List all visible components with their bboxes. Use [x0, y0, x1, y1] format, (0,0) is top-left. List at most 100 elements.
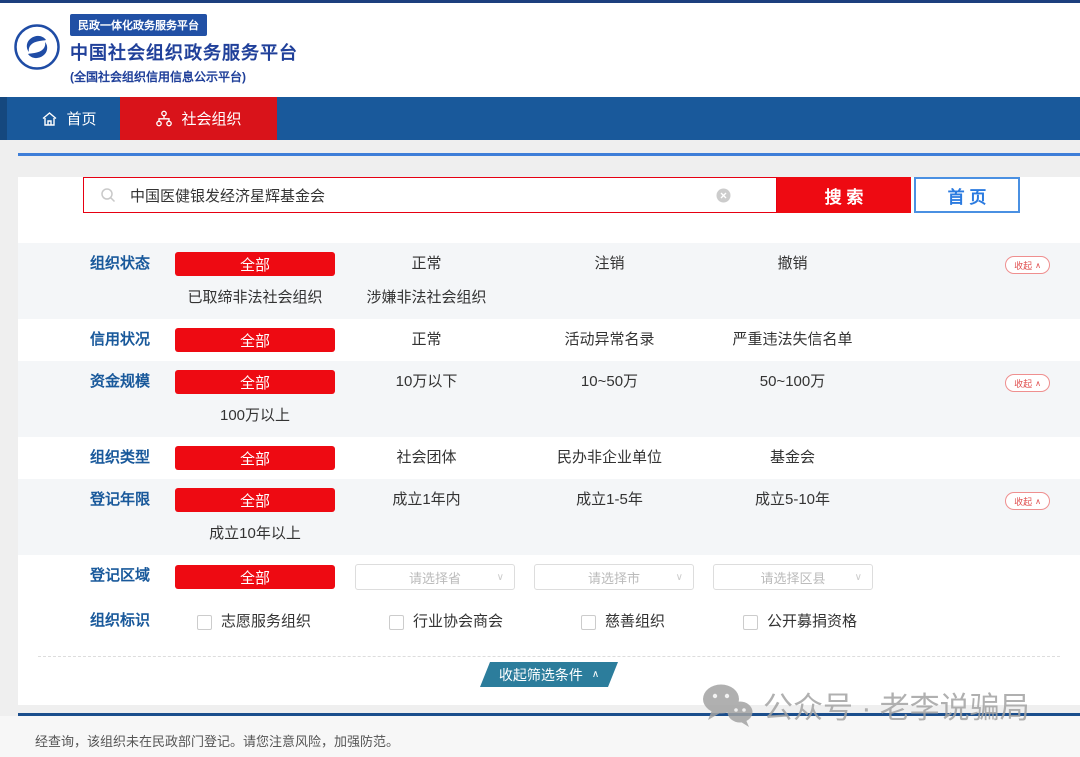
checkbox-icon[interactable] [197, 615, 212, 630]
filter-row-org-tags: 组织标识 志愿服务组织 行业协会商会 慈善组织 [18, 599, 1080, 645]
checkbox-public-fundraising[interactable]: 公开募捐资格 [743, 610, 857, 634]
checkbox-label: 公开募捐资格 [767, 610, 857, 634]
nav-left-edge [0, 97, 7, 140]
checkbox-icon[interactable] [581, 615, 596, 630]
home-page-button[interactable]: 首 页 [914, 177, 1020, 213]
filter-label: 组织标识 [18, 609, 175, 633]
filter-row-credit-status: 信用状况 全部 正常 活动异常名录 严重违法失信名单 [18, 319, 1080, 361]
filter-option[interactable]: 社会团体 [335, 446, 518, 470]
platform-badge: 民政一体化政务服务平台 [70, 14, 207, 36]
filter-option[interactable]: 注销 [518, 252, 701, 276]
filter-all-button[interactable]: 全部 [175, 370, 335, 394]
checkbox-label: 慈善组织 [605, 610, 665, 634]
search-button[interactable]: 搜 索 [777, 177, 911, 213]
filter-option[interactable]: 涉嫌非法社会组织 [335, 286, 518, 310]
collapse-label: 收起 [1014, 377, 1032, 390]
filter-option[interactable]: 成立1-5年 [518, 488, 701, 512]
collapse-filters-button[interactable]: 收起筛选条件 ∧ [480, 662, 618, 687]
site-subtitle: (全国社会组织信用信息公示平台) [70, 68, 298, 85]
chevron-down-icon: ∨ [676, 572, 683, 583]
filter-option[interactable]: 正常 [335, 328, 518, 352]
nav-tab-home[interactable]: 首页 [18, 97, 120, 140]
filter-option[interactable]: 撤销 [701, 252, 884, 276]
filter-row-org-type: 组织类型 全部 社会团体 民办非企业单位 基金会 [18, 437, 1080, 479]
search-input[interactable] [130, 187, 776, 204]
checkbox-industry-association[interactable]: 行业协会商会 [389, 610, 503, 634]
filter-option[interactable]: 已取缔非法社会组织 [175, 286, 335, 310]
filter-row-registration-years: 登记年限 全部 成立1年内 成立1-5年 成立5-10年 成立10年以上 收起 … [18, 479, 1080, 555]
site-title-block: 民政一体化政务服务平台 中国社会组织政务服务平台 (全国社会组织信用信息公示平台… [70, 14, 298, 85]
filter-option[interactable]: 成立10年以上 [175, 522, 335, 546]
filter-all-button[interactable]: 全部 [175, 328, 335, 352]
checkbox-label: 行业协会商会 [413, 610, 503, 634]
city-select[interactable]: 请选择市 ∨ [534, 564, 694, 590]
search-filter-panel: 搜 索 首 页 组织状态 全部 正常 注销 撤销 已取缔非法社会组织 涉嫌非法社… [18, 177, 1080, 705]
checkbox-volunteer-org[interactable]: 志愿服务组织 [197, 610, 311, 634]
filter-option[interactable]: 正常 [335, 252, 518, 276]
footer: 经查询，该组织未在民政部门登记。请您注意风险，加强防范。 [0, 716, 1080, 757]
collapse-row-button[interactable]: 收起 ∧ [1005, 374, 1050, 392]
nav-tab-org[interactable]: 社会组织 [120, 97, 277, 140]
filter-row-registration-region: 登记区域 全部 请选择省 ∨ 请选择市 ∨ 请选择区县 [18, 555, 1080, 599]
filter-option[interactable]: 10~50万 [518, 370, 701, 394]
filter-row-fund-scale: 资金规模 全部 10万以下 10~50万 50~100万 100万以上 收起 ∧ [18, 361, 1080, 437]
checkbox-icon[interactable] [389, 615, 404, 630]
footer-risk-note: 经查询，该组织未在民政部门登记。请您注意风险，加强防范。 [35, 734, 399, 749]
filter-option[interactable]: 成立1年内 [335, 488, 518, 512]
checkbox-charity-org[interactable]: 慈善组织 [581, 610, 665, 634]
chevron-up-icon: ∧ [1035, 379, 1041, 388]
nav-tab-org-label: 社会组织 [181, 108, 241, 129]
panel-top-accent-line [18, 153, 1080, 156]
province-select-placeholder: 请选择省 [409, 568, 461, 587]
site-logo-icon [13, 23, 61, 71]
filter-option[interactable]: 民办非企业单位 [518, 446, 701, 470]
filter-option[interactable]: 50~100万 [701, 370, 884, 394]
clear-input-icon[interactable] [716, 188, 731, 203]
nav-tab-home-label: 首页 [66, 108, 96, 129]
filter-option[interactable]: 成立5-10年 [701, 488, 884, 512]
filter-label: 信用状况 [18, 328, 175, 352]
district-select[interactable]: 请选择区县 ∨ [713, 564, 873, 590]
checkbox-label: 志愿服务组织 [221, 610, 311, 634]
dashed-divider [38, 656, 1060, 657]
filter-section: 组织状态 全部 正常 注销 撤销 已取缔非法社会组织 涉嫌非法社会组织 收起 ∧… [18, 243, 1080, 645]
filter-label: 登记区域 [18, 564, 175, 588]
home-icon [41, 111, 58, 127]
filter-option[interactable]: 100万以上 [175, 404, 335, 428]
filter-label: 资金规模 [18, 370, 175, 394]
filter-all-button[interactable]: 全部 [175, 565, 335, 589]
main-nav: 首页 社会组织 [0, 97, 1080, 140]
site-header: 民政一体化政务服务平台 中国社会组织政务服务平台 (全国社会组织信用信息公示平台… [0, 3, 1080, 97]
filter-label: 登记年限 [18, 488, 175, 512]
site-title: 中国社会组织政务服务平台 [70, 39, 298, 65]
filter-all-button[interactable]: 全部 [175, 252, 335, 276]
province-select[interactable]: 请选择省 ∨ [355, 564, 515, 590]
filter-option[interactable]: 基金会 [701, 446, 884, 470]
city-select-placeholder: 请选择市 [588, 568, 640, 587]
filter-option[interactable]: 严重违法失信名单 [701, 328, 884, 352]
chevron-down-icon: ∨ [855, 572, 862, 583]
filter-label: 组织类型 [18, 446, 175, 470]
filter-row-org-status: 组织状态 全部 正常 注销 撤销 已取缔非法社会组织 涉嫌非法社会组织 收起 ∧ [18, 243, 1080, 319]
district-select-placeholder: 请选择区县 [760, 568, 825, 587]
collapse-row-button[interactable]: 收起 ∧ [1005, 256, 1050, 274]
collapse-label: 收起 [1014, 259, 1032, 272]
nav-spacer [7, 97, 18, 140]
search-icon [100, 187, 116, 203]
org-chart-icon [155, 110, 173, 127]
chevron-up-icon: ∧ [592, 669, 599, 680]
checkbox-icon[interactable] [743, 615, 758, 630]
collapse-banner-row: 收起筛选条件 ∧ [18, 662, 1080, 687]
chevron-up-icon: ∧ [1035, 261, 1041, 270]
search-box [83, 177, 777, 213]
page: 民政一体化政务服务平台 中国社会组织政务服务平台 (全国社会组织信用信息公示平台… [0, 0, 1080, 757]
collapse-row-button[interactable]: 收起 ∧ [1005, 492, 1050, 510]
chevron-down-icon: ∨ [497, 572, 504, 583]
filter-option[interactable]: 活动异常名录 [518, 328, 701, 352]
collapse-label: 收起 [1014, 495, 1032, 508]
filter-all-button[interactable]: 全部 [175, 488, 335, 512]
filter-label: 组织状态 [18, 252, 175, 276]
filter-all-button[interactable]: 全部 [175, 446, 335, 470]
filter-option[interactable]: 10万以下 [335, 370, 518, 394]
collapse-filters-label: 收起筛选条件 [499, 665, 583, 685]
